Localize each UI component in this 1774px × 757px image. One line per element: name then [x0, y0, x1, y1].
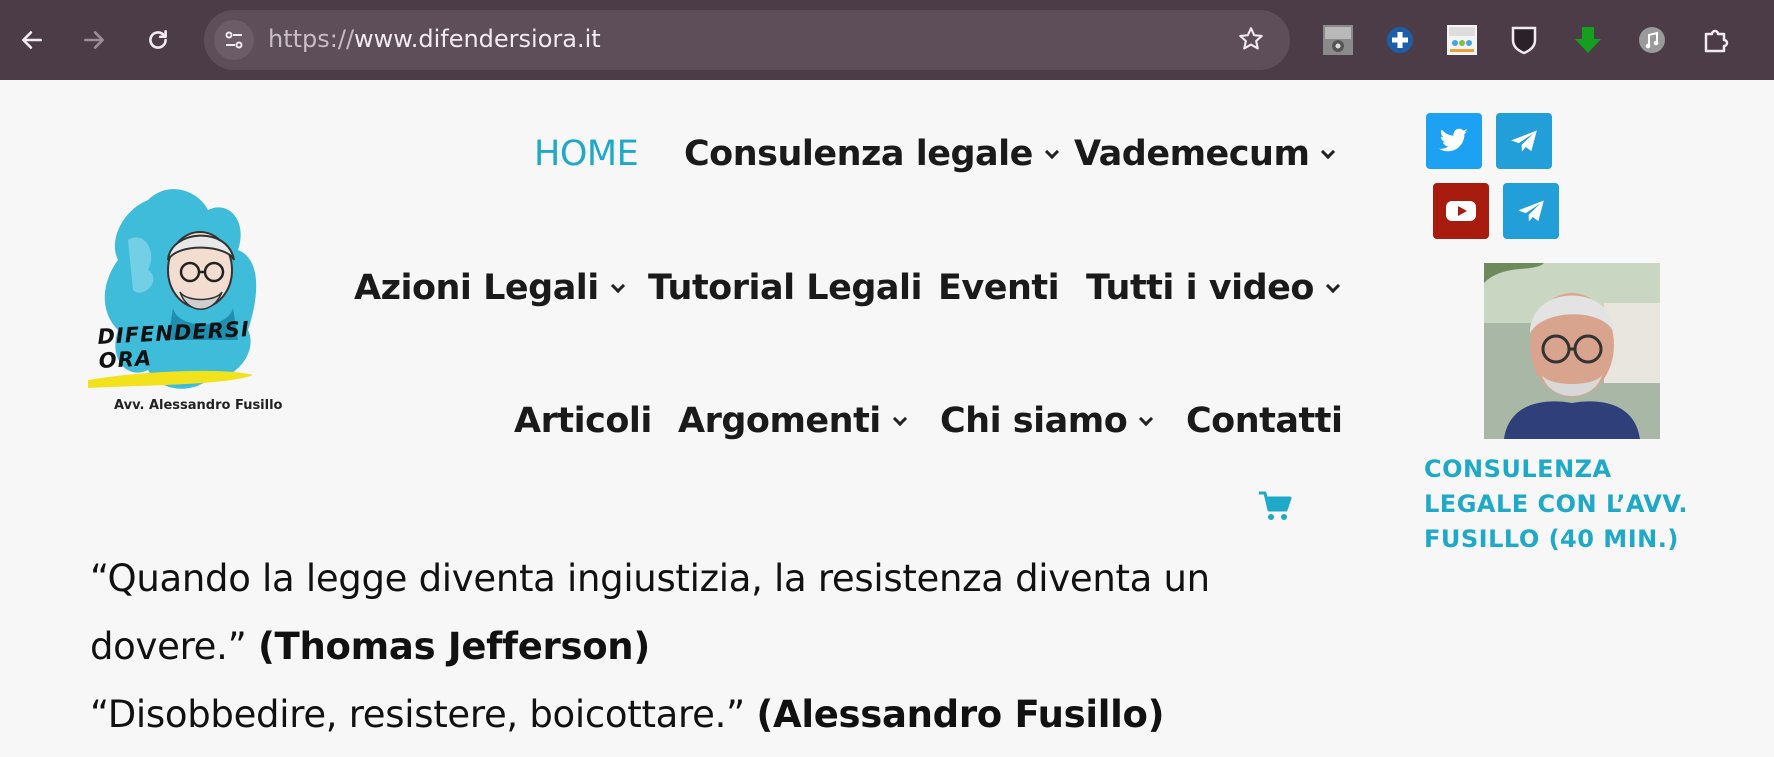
consult-link[interactable]: CONSULENZA LEGALE CON L’AVV. FUSILLO (40… — [1424, 452, 1724, 557]
quote-fusillo-author: (Alessandro Fusillo) — [756, 693, 1165, 736]
chevron-down-icon — [1321, 144, 1336, 160]
reload-button[interactable] — [138, 20, 178, 60]
quote-jefferson-line1: “Quando la legge diventa ingiustizia, la… — [90, 557, 1210, 600]
youtube-button[interactable] — [1433, 183, 1489, 239]
youtube-icon — [1446, 201, 1476, 221]
invid-icon[interactable] — [1446, 24, 1478, 56]
menu-argomenti[interactable]: Argomenti — [678, 401, 907, 441]
telegram-button-2[interactable] — [1503, 183, 1559, 239]
site-info-button[interactable] — [214, 20, 254, 60]
menu-chi-siamo[interactable]: Chi siamo — [940, 401, 1154, 441]
chevron-down-icon — [610, 278, 625, 294]
chevron-down-icon — [892, 411, 907, 427]
cart-icon — [1259, 491, 1292, 520]
download-arrow-icon[interactable] — [1572, 24, 1604, 56]
menu-vademecum-label: Vademecum — [1074, 134, 1310, 174]
twitter-button[interactable] — [1426, 113, 1482, 169]
url-protocol: https:// — [268, 25, 355, 53]
menu-azioni-legali[interactable]: Azioni Legali — [354, 268, 625, 308]
menu-home[interactable]: HOME — [534, 134, 639, 174]
telegram-button-1[interactable] — [1496, 113, 1552, 169]
twitter-icon — [1439, 128, 1468, 152]
telegram-icon — [1511, 130, 1537, 152]
chevron-down-icon — [1044, 144, 1059, 160]
back-arrow-icon — [22, 31, 42, 49]
forward-button[interactable] — [74, 20, 114, 60]
address-bar[interactable]: https://www.difendersiora.it — [204, 10, 1290, 70]
menu-eventi[interactable]: Eventi — [938, 268, 1060, 308]
menu-chi-siamo-label: Chi siamo — [940, 401, 1128, 441]
bookmark-star-button[interactable] — [1234, 22, 1268, 56]
reload-icon — [149, 30, 167, 49]
puzzle-icon[interactable] — [1700, 24, 1732, 56]
cart-button[interactable] — [1258, 490, 1292, 522]
chevron-down-icon — [1139, 411, 1154, 427]
quote-jefferson-author: (Thomas Jefferson) — [257, 625, 650, 668]
menu-contatti[interactable]: Contatti — [1186, 401, 1343, 441]
forward-arrow-icon — [84, 31, 104, 49]
tineye-icon[interactable] — [1322, 24, 1354, 56]
menu-eventi-label: Eventi — [938, 268, 1060, 308]
lawyer-photo[interactable] — [1484, 263, 1660, 439]
menu-tutorial-legali-label: Tutorial Legali — [648, 268, 923, 308]
menu-vademecum[interactable]: Vademecum — [1074, 134, 1336, 174]
music-icon[interactable] — [1636, 24, 1668, 56]
shield-icon[interactable] — [1508, 24, 1540, 56]
url-text[interactable]: https://www.difendersiora.it — [268, 25, 601, 53]
menu-azioni-legali-label: Azioni Legali — [354, 268, 599, 308]
quote-jefferson-line2: dovere.” (Thomas Jefferson) — [90, 625, 650, 668]
plus-extension-icon[interactable] — [1384, 24, 1416, 56]
star-icon — [1239, 27, 1263, 50]
quote-fusillo: “Disobbedire, resistere, boicottare.” (A… — [90, 693, 1165, 736]
menu-consulenza-legale[interactable]: Consulenza legale — [684, 134, 1059, 174]
telegram-icon — [1518, 200, 1544, 222]
menu-articoli-label: Articoli — [514, 401, 652, 441]
back-button[interactable] — [12, 20, 52, 60]
menu-argomenti-label: Argomenti — [678, 401, 881, 441]
menu-home-label: HOME — [534, 134, 639, 174]
menu-tutorial-legali[interactable]: Tutorial Legali — [648, 268, 923, 308]
menu-articoli[interactable]: Articoli — [514, 401, 652, 441]
url-host: www.difendersiora.it — [354, 25, 601, 53]
quote-fusillo-text: “Disobbedire, resistere, boicottare.” — [90, 693, 757, 736]
menu-consulenza-legale-label: Consulenza legale — [684, 134, 1033, 174]
logo-brand-text: DIFENDERSI ORA — [96, 317, 251, 373]
logo-subtitle: Avv. Alessandro Fusillo — [114, 398, 283, 413]
menu-tutti-i-video-label: Tutti i video — [1086, 268, 1314, 308]
menu-contatti-label: Contatti — [1186, 401, 1343, 441]
chevron-down-icon — [1325, 278, 1340, 294]
quote-jefferson-text: dovere.” — [90, 625, 258, 668]
menu-tutti-i-video[interactable]: Tutti i video — [1086, 268, 1340, 308]
tune-icon — [225, 31, 243, 49]
browser-toolbar: https://www.difendersiora.it — [0, 0, 1774, 80]
site-logo[interactable]: DIFENDERSI ORA Avv. Alessandro Fusillo — [88, 180, 288, 420]
